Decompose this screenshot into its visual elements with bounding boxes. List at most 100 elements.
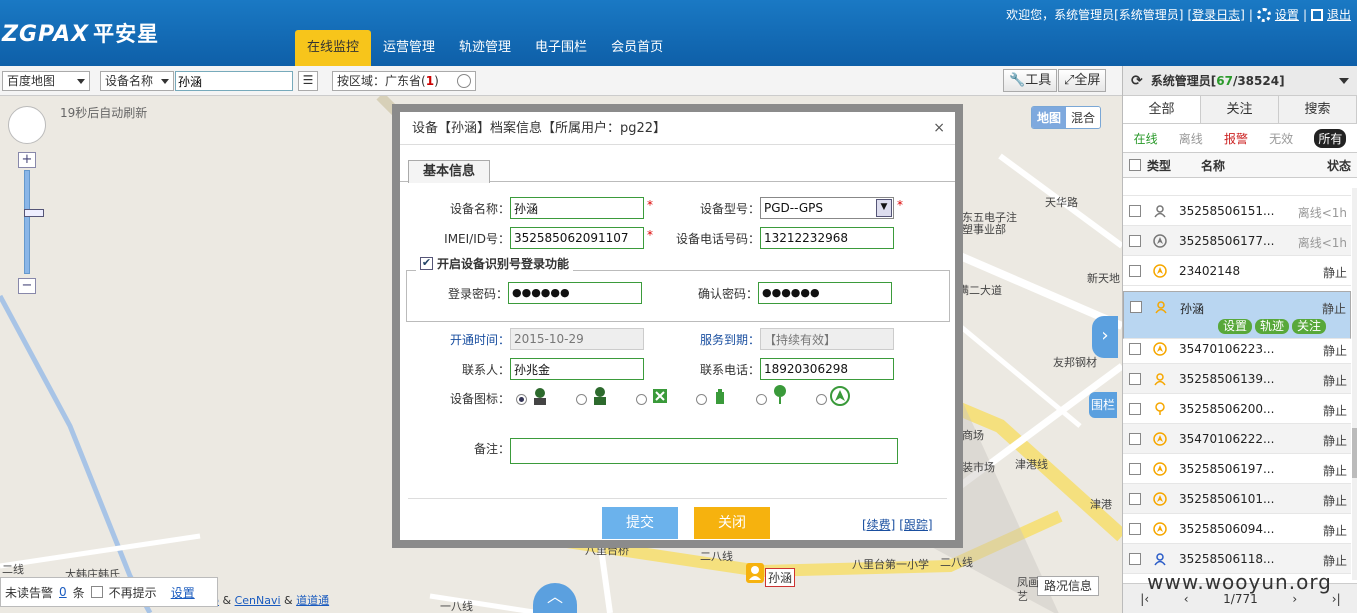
zoom-slider[interactable] bbox=[24, 170, 44, 274]
icon-radio-5[interactable] bbox=[756, 394, 767, 405]
fence-button[interactable]: 围栏 bbox=[1089, 392, 1117, 418]
list-item[interactable]: 35258506139... 静止 bbox=[1123, 364, 1351, 394]
imei-field[interactable] bbox=[510, 227, 644, 249]
expand-panel-button[interactable]: › bbox=[1092, 316, 1118, 358]
filter-invalid[interactable]: 无效 bbox=[1269, 130, 1293, 147]
icon-radio-2[interactable] bbox=[576, 394, 587, 405]
alarm-settings-link[interactable]: 设置 bbox=[171, 584, 195, 601]
list-item[interactable]: 35470106223... 静止 bbox=[1123, 334, 1351, 364]
nav-tab-track[interactable]: 轨迹管理 bbox=[447, 30, 523, 66]
panel-header[interactable]: ⟳ 系统管理员[67/38524] bbox=[1123, 66, 1357, 96]
tools-button[interactable]: 🔧工具 bbox=[1003, 69, 1058, 92]
tab-all[interactable]: 全部 bbox=[1123, 96, 1201, 123]
row-checkbox[interactable] bbox=[1129, 403, 1141, 415]
tab-search[interactable]: 搜索 bbox=[1279, 96, 1357, 123]
row-follow-button[interactable]: 关注 bbox=[1292, 319, 1327, 334]
icon-radio-1[interactable] bbox=[516, 394, 527, 405]
list-item[interactable]: 35258506151... 离线<1h bbox=[1123, 196, 1351, 226]
list-item[interactable]: 35470106222... 静止 bbox=[1123, 424, 1351, 454]
filter-online[interactable]: 在线 bbox=[1134, 130, 1158, 147]
alarm-count-link[interactable]: 0 bbox=[59, 585, 67, 599]
region-filter[interactable]: 按区域：广东省(1) bbox=[332, 71, 476, 91]
list-item[interactable]: 23402148 静止 bbox=[1123, 256, 1351, 286]
list-item[interactable]: 35258506197... 静止 bbox=[1123, 454, 1351, 484]
cennavi-link[interactable]: CenNavi bbox=[235, 594, 281, 607]
renew-link[interactable]: [续费] bbox=[862, 518, 895, 532]
password-field[interactable]: ●●●●●● bbox=[508, 282, 642, 304]
enable-login-toggle[interactable]: ✔ 开启设备识别号登录功能 bbox=[416, 255, 574, 272]
device-name[interactable]: 23402148 bbox=[1179, 264, 1240, 278]
device-model-select[interactable]: PGD--GPS ▼ bbox=[760, 197, 894, 219]
icon-radio-6[interactable] bbox=[816, 394, 827, 405]
row-checkbox[interactable] bbox=[1129, 235, 1141, 247]
logout-icon[interactable] bbox=[1310, 8, 1323, 21]
device-name[interactable]: 35258506139... bbox=[1179, 372, 1274, 386]
row-checkbox[interactable] bbox=[1129, 553, 1141, 565]
settings-link[interactable]: 设置 bbox=[1275, 6, 1299, 23]
device-name[interactable]: 35258506177... bbox=[1179, 234, 1274, 248]
nav-tab-monitor[interactable]: 在线监控 bbox=[295, 30, 372, 66]
zoom-in-button[interactable]: + bbox=[18, 152, 36, 168]
map-provider-select[interactable]: 百度地图 bbox=[2, 71, 90, 91]
device-name[interactable]: 35258506200... bbox=[1179, 402, 1274, 416]
nav-tab-fence[interactable]: 电子围栏 bbox=[523, 30, 599, 66]
icon-radio-3[interactable] bbox=[636, 394, 647, 405]
list-item[interactable]: 35258506200... 静止 bbox=[1123, 394, 1351, 424]
row-checkbox[interactable] bbox=[1129, 205, 1141, 217]
tab-basic-info[interactable]: 基本信息 bbox=[408, 160, 491, 183]
contact-phone-field[interactable] bbox=[760, 358, 894, 380]
scrollbar-thumb[interactable] bbox=[1352, 428, 1357, 478]
tab-follow[interactable]: 关注 bbox=[1201, 96, 1279, 123]
gear-icon[interactable] bbox=[1256, 7, 1271, 22]
row-checkbox[interactable] bbox=[1129, 523, 1141, 535]
row-checkbox[interactable] bbox=[1129, 433, 1141, 445]
confirm-password-field[interactable]: ●●●●●● bbox=[758, 282, 892, 304]
nav-tab-member[interactable]: 会员首页 bbox=[599, 30, 675, 66]
map-type-map[interactable]: 地图 bbox=[1032, 107, 1067, 128]
list-item[interactable]: 35258506177... 离线<1h bbox=[1123, 226, 1351, 256]
daodaotong-link[interactable]: 道道通 bbox=[296, 594, 329, 607]
select-all-checkbox[interactable] bbox=[1129, 159, 1141, 171]
login-log-link[interactable]: [登录日志] bbox=[1188, 6, 1245, 23]
device-name[interactable]: 35470106223... bbox=[1179, 342, 1274, 356]
search-field-select[interactable]: 设备名称 bbox=[100, 71, 174, 91]
filter-offline[interactable]: 离线 bbox=[1179, 130, 1203, 147]
chevron-down-icon[interactable] bbox=[457, 74, 471, 88]
enable-login-checkbox[interactable]: ✔ bbox=[420, 257, 433, 270]
row-track-button[interactable]: 轨迹 bbox=[1255, 319, 1290, 334]
row-settings-button[interactable]: 设置 bbox=[1218, 319, 1253, 334]
device-name[interactable]: 35258506197... bbox=[1179, 462, 1274, 476]
map-type-mixed[interactable]: 混合 bbox=[1066, 107, 1101, 128]
list-item[interactable]: 35258506101... 静止 bbox=[1123, 484, 1351, 514]
device-name[interactable]: 35258506101... bbox=[1179, 492, 1274, 506]
submit-button[interactable]: 提交 bbox=[602, 507, 678, 539]
row-checkbox[interactable] bbox=[1129, 373, 1141, 385]
device-phone-field[interactable] bbox=[760, 227, 894, 249]
logout-link[interactable]: 退出 bbox=[1327, 6, 1351, 23]
fullscreen-button[interactable]: ⤢全屏 bbox=[1058, 69, 1107, 92]
refresh-icon[interactable]: ⟳ bbox=[1131, 73, 1143, 89]
no-prompt-checkbox[interactable] bbox=[90, 586, 103, 598]
zoom-out-button[interactable]: − bbox=[18, 278, 36, 294]
filter-alarm[interactable]: 报警 bbox=[1224, 130, 1248, 147]
row-checkbox[interactable] bbox=[1129, 265, 1141, 277]
row-checkbox[interactable] bbox=[1129, 493, 1141, 505]
device-search-input[interactable] bbox=[175, 71, 293, 91]
close-icon[interactable]: × bbox=[933, 120, 945, 136]
list-item[interactable]: 孙涵 静止 设置 轨迹 关注 bbox=[1123, 291, 1351, 339]
list-item[interactable]: 35258506094... 静止 bbox=[1123, 514, 1351, 544]
device-name[interactable]: 35258506118... bbox=[1179, 552, 1274, 566]
row-checkbox[interactable] bbox=[1130, 301, 1142, 313]
device-name[interactable]: 孙涵 bbox=[1180, 300, 1204, 318]
list-scrollbar[interactable] bbox=[1352, 188, 1357, 580]
row-checkbox[interactable] bbox=[1129, 463, 1141, 475]
device-name[interactable]: 35470106222... bbox=[1179, 432, 1274, 446]
filter-all[interactable]: 所有 bbox=[1314, 128, 1347, 148]
device-name[interactable]: 35258506151... bbox=[1179, 204, 1274, 218]
row-checkbox[interactable] bbox=[1129, 343, 1141, 355]
remark-field[interactable] bbox=[510, 438, 898, 464]
map-pan-control[interactable] bbox=[8, 106, 46, 144]
list-icon[interactable]: ☰ bbox=[298, 71, 318, 91]
contact-field[interactable] bbox=[510, 358, 644, 380]
track-link[interactable]: [跟踪] bbox=[899, 518, 932, 532]
